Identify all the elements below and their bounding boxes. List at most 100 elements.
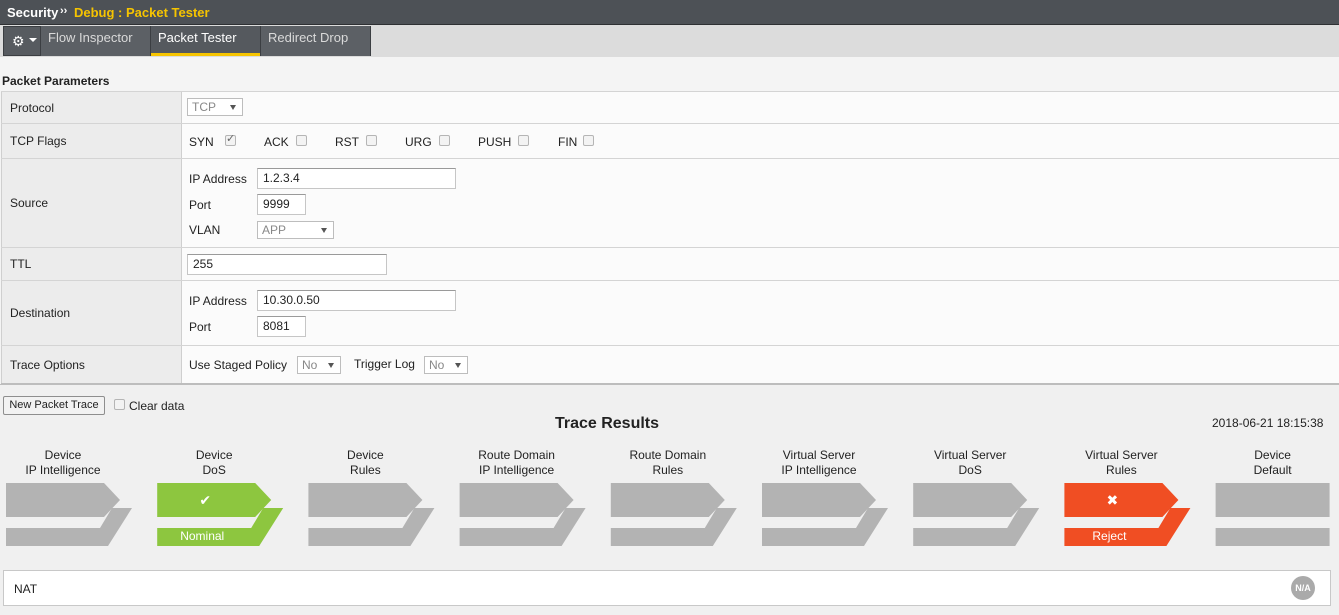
stage-lower-arrow bbox=[1215, 528, 1330, 546]
stage-label-line2: Rules bbox=[350, 463, 381, 477]
destination-label: Destination bbox=[10, 306, 71, 320]
gear-icon: ⚙ bbox=[12, 33, 25, 49]
check-icon: ✔ bbox=[199, 493, 211, 509]
title-bar: Security ›› Debug : Packet Tester bbox=[0, 0, 1339, 25]
tab-bar: ⚙ Flow Inspector Packet Tester Redirect … bbox=[0, 25, 1339, 57]
stage-label-line2: DoS bbox=[202, 463, 226, 477]
stage-upper-arrow bbox=[762, 483, 876, 517]
stage-upper-arrow bbox=[459, 483, 574, 517]
trace-stage[interactable] bbox=[6, 483, 132, 546]
source-label: Source bbox=[10, 196, 49, 210]
stage-label: Device Default bbox=[1193, 448, 1339, 478]
stage-label: Device IP Intelligence bbox=[0, 448, 143, 478]
stage-upper-arrow bbox=[610, 483, 725, 517]
stage-label-line1: Device bbox=[195, 448, 233, 462]
trace-stage[interactable] bbox=[913, 483, 1040, 546]
trace-stage[interactable] bbox=[610, 483, 737, 546]
stage-label: Virtual Server Rules bbox=[1041, 448, 1201, 478]
tab-flow-inspector[interactable]: Flow Inspector bbox=[41, 26, 151, 56]
ttl-label: TTL bbox=[10, 257, 32, 271]
stage-upper-arrow bbox=[1064, 483, 1179, 517]
source-row: Source IP Address 1.2.3.4 Port 9999 VLAN… bbox=[1, 158, 1339, 247]
tcp-flags-row: TCP Flags SYN ACK RST URG PUSH FIN bbox=[1, 123, 1339, 158]
trace-stage[interactable] bbox=[762, 483, 888, 546]
trace-options-row: Trace Options Use Staged Policy No Trigg… bbox=[1, 345, 1339, 384]
flag-rst-label: RST bbox=[335, 135, 359, 149]
ttl-input[interactable]: 255 bbox=[187, 254, 387, 275]
section-title[interactable]: Security bbox=[7, 5, 58, 20]
trace-pipeline: ✔ Nominal ✖ Reject bbox=[6, 483, 1330, 546]
stage-upper-arrow bbox=[6, 483, 120, 517]
trace-stage[interactable]: ✔ Nominal bbox=[157, 483, 284, 546]
flag-fin-checkbox[interactable] bbox=[583, 135, 594, 146]
use-staged-policy-select[interactable]: No bbox=[297, 356, 341, 374]
stage-label-line2: Rules bbox=[652, 463, 684, 477]
trace-stage[interactable] bbox=[308, 483, 435, 546]
packet-parameters-title: Packet Parameters bbox=[2, 74, 110, 88]
destination-port-input[interactable]: 8081 bbox=[257, 316, 306, 337]
stage-label-line1: Virtual Server bbox=[782, 448, 856, 462]
breadcrumb[interactable]: Debug : Packet Tester bbox=[74, 5, 210, 20]
flag-urg-checkbox[interactable] bbox=[439, 135, 450, 146]
ttl-row: TTL 255 bbox=[1, 247, 1339, 280]
stage-upper-arrow bbox=[1215, 483, 1330, 517]
stage-label-line1: Route Domain bbox=[629, 448, 707, 462]
flag-rst-checkbox[interactable] bbox=[366, 135, 377, 146]
stage-label-line1: Virtual Server bbox=[1085, 448, 1158, 462]
stage-label-line1: Device bbox=[347, 448, 384, 462]
dropdown-arrow-icon bbox=[230, 105, 236, 110]
dropdown-arrow-icon bbox=[321, 228, 327, 233]
source-ip-input[interactable]: 1.2.3.4 bbox=[257, 168, 456, 189]
stage-label: Virtual Server DoS bbox=[890, 448, 1050, 478]
dropdown-arrow-icon bbox=[455, 363, 461, 368]
protocol-row: Protocol TCP bbox=[1, 91, 1339, 123]
source-vlan-select[interactable]: APP bbox=[257, 221, 334, 239]
stage-label-line2: Rules bbox=[1106, 463, 1137, 477]
flag-urg-label: URG bbox=[405, 135, 432, 149]
clear-data-label: Clear data bbox=[129, 399, 185, 413]
chevron-down-icon bbox=[29, 38, 37, 42]
close-icon: ✖ bbox=[1107, 493, 1119, 509]
new-packet-trace-button[interactable]: New Packet Trace bbox=[3, 396, 105, 415]
protocol-select[interactable]: TCP bbox=[187, 98, 243, 116]
stage-label-line1: Device bbox=[44, 448, 82, 462]
stage-label: Route Domain Rules bbox=[588, 448, 748, 478]
stage-label: Virtual Server IP Intelligence bbox=[739, 448, 899, 478]
tab-packet-tester[interactable]: Packet Tester bbox=[151, 26, 261, 56]
trigger-log-select[interactable]: No bbox=[424, 356, 468, 374]
stage-label-line1: Device bbox=[1254, 448, 1291, 462]
flag-syn-label: SYN bbox=[189, 135, 214, 149]
stage-label: Device Rules bbox=[285, 448, 445, 478]
trace-stage[interactable] bbox=[1215, 483, 1330, 546]
flag-ack-label: ACK bbox=[264, 135, 289, 149]
stage-label-line2: DoS bbox=[958, 463, 982, 477]
use-staged-policy-label: Use Staged Policy bbox=[189, 358, 288, 372]
stage-label-line2: IP Intelligence bbox=[25, 463, 101, 477]
na-badge: N/A bbox=[1291, 576, 1315, 600]
stage-label-line1: Virtual Server bbox=[933, 448, 1007, 462]
gear-menu-button[interactable]: ⚙ bbox=[3, 26, 41, 56]
tab-redirect-drop[interactable]: Redirect Drop bbox=[261, 26, 371, 56]
stage-label-line2: Default bbox=[1253, 463, 1292, 477]
stage-result: Reject bbox=[1092, 529, 1127, 543]
source-port-label: Port bbox=[189, 198, 212, 212]
trace-stage[interactable]: ✖ Reject bbox=[1064, 483, 1191, 546]
stage-upper-arrow bbox=[308, 483, 423, 517]
flag-fin-label: FIN bbox=[558, 135, 578, 149]
flag-push-checkbox[interactable] bbox=[518, 135, 529, 146]
trace-results-title: Trace Results bbox=[554, 415, 660, 432]
source-vlan-label: VLAN bbox=[189, 223, 221, 237]
dropdown-arrow-icon bbox=[328, 363, 334, 368]
flag-ack-checkbox[interactable] bbox=[296, 135, 307, 146]
trace-stage[interactable] bbox=[459, 483, 586, 546]
stage-label-line2: IP Intelligence bbox=[781, 463, 857, 477]
nat-row: NAT N/A bbox=[3, 570, 1331, 606]
breadcrumb-separator: ›› bbox=[60, 5, 68, 17]
trace-options-label: Trace Options bbox=[10, 358, 85, 372]
source-port-input[interactable]: 9999 bbox=[257, 194, 306, 215]
destination-ip-input[interactable]: 10.30.0.50 bbox=[257, 290, 456, 311]
protocol-label: Protocol bbox=[10, 101, 55, 115]
clear-data-checkbox[interactable] bbox=[114, 399, 125, 410]
flag-syn-checkbox[interactable] bbox=[225, 132, 236, 146]
stage-label: Device DoS bbox=[134, 448, 294, 478]
